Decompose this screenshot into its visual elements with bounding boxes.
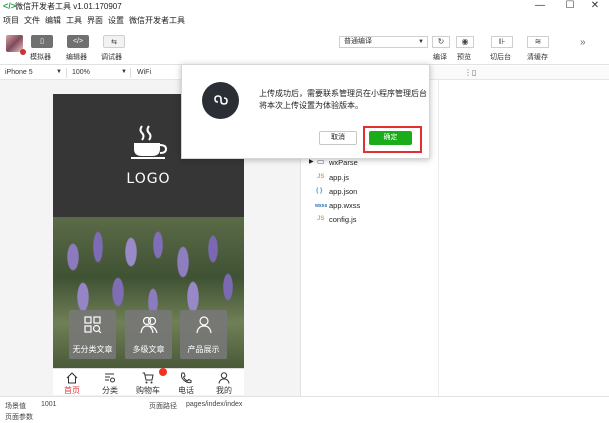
file-item-app-json[interactable]: app.json [329,187,357,196]
layers-icon: ≋ [534,37,542,46]
divider [130,68,131,78]
simulator-label: 模拟器 [30,54,51,61]
menu-item-edit[interactable]: 编辑 [45,15,61,26]
network-select[interactable]: WiFi [137,69,151,76]
close-window-button[interactable]: ✕ [581,0,609,12]
phone-call-icon [181,372,192,384]
avatar-status-dot [20,49,26,55]
js-file-icon: JS [317,174,325,180]
minimize-button[interactable]: — [526,0,554,12]
cart-icon [142,372,154,384]
switch-background-icon: ⊪ [498,37,506,46]
path-label: 页面路径 [149,403,177,410]
person-icon [218,372,230,384]
zoom-chevron-icon: ▼ [121,69,127,75]
folder-expand-icon[interactable]: ▶ [309,158,314,165]
dialog-message: 上传成功后，需要联系管理员在小程序管理后台将本次上传设置为体验版本。 [259,89,427,110]
chevron-down-icon: ▼ [418,39,424,45]
title-bar: </> 微信开发者工具 v1.01.170907 — ☐ ✕ [0,0,609,12]
path-value: pages/index/index [186,401,243,408]
grid-search-icon [84,316,102,334]
maximize-button[interactable]: ☐ [556,0,584,12]
home-icon [66,372,78,384]
scene-label: 场景值 [5,403,26,410]
params-label: 页面参数 [5,414,33,421]
cart-badge [159,368,167,376]
list-search-icon [105,373,115,383]
tab-phone[interactable]: 电话 [167,369,205,395]
expand-toolbar-icon[interactable]: » [580,37,586,48]
menu-item-settings[interactable]: 设置 [108,15,124,26]
background-label: 切后台 [490,54,511,61]
category-label: 产品展示 [187,345,220,354]
preview-label: 预览 [457,54,471,61]
file-item-config-js[interactable]: config.js [329,215,357,224]
simulator-toggle-button[interactable]: ▯ [31,35,53,48]
users-icon [140,316,158,334]
compile-mode-select[interactable]: 普通编译 ▼ [339,36,428,48]
device-select[interactable]: iPhone 5 [5,69,33,76]
miniprogram-logo [202,82,239,119]
category-products[interactable]: 产品展示 [180,310,227,359]
compile-mode-value: 普通编译 [344,38,372,45]
user-icon [196,316,212,334]
divider [66,68,67,78]
toolbar: ▯ 模拟器 </> 编辑器 ⇆ 调试器 编译 预览 切后台 清缓存 » [0,27,609,65]
wxss-file-icon: wxss [315,203,328,209]
confirm-highlight-box [363,126,422,153]
coffee-cup-icon [131,125,168,159]
tab-label: 分类 [102,386,118,395]
tab-home[interactable]: 首页 [53,369,91,395]
file-item-wxparse[interactable]: wxParse [329,158,358,167]
category-label: 无分类文章 [72,345,113,354]
category-label: 多级文章 [132,345,165,354]
editor-toggle-button[interactable]: </> [67,35,89,48]
tab-label: 首页 [64,386,80,395]
status-bar: 场景值 1001 页面路径 pages/index/index 页面参数 [0,396,609,423]
file-item-app-wxss[interactable]: app.wxss [329,201,360,210]
clear-cache-button[interactable]: ≋ [527,36,549,48]
menu-item-tools[interactable]: 工具 [66,15,82,26]
file-item-app-js[interactable]: app.js [329,173,349,182]
compile-label: 编译 [433,54,447,61]
js-file-icon: JS [317,216,325,222]
preview-button[interactable]: ◉ [456,36,474,48]
app-logo-icon: </> [3,1,17,11]
tab-category[interactable]: 分类 [91,369,129,395]
background-button[interactable]: ⊪ [491,36,513,48]
debugger-toggle-button[interactable]: ⇆ [103,35,125,48]
code-editor[interactable] [438,80,609,396]
tab-label: 购物车 [136,386,160,395]
window-title: 微信开发者工具 v1.01.170907 [15,2,122,11]
debugger-label: 调试器 [101,54,122,61]
menu-item-file[interactable]: 文件 [24,15,40,26]
category-uncategorized[interactable]: 无分类文章 [69,310,116,359]
clear-cache-label: 清缓存 [527,54,548,61]
device-chevron-icon: ▼ [56,69,62,75]
compile-button[interactable]: ↻ [432,36,450,48]
zoom-select[interactable]: 100% [72,69,90,76]
tab-bar: 首页 分类 购物车 电话 我的 [53,368,244,395]
menu-item-view[interactable]: 界面 [87,15,103,26]
menu-item-project[interactable]: 项目 [3,15,19,26]
cancel-button[interactable]: 取消 [319,131,357,145]
scene-value: 1001 [41,401,57,408]
upload-success-dialog: 上传成功后，需要联系管理员在小程序管理后台将本次上传设置为体验版本。 取消 确定 [181,64,430,159]
refresh-icon: ↻ [437,37,445,46]
tab-label: 我的 [216,386,232,395]
json-file-icon: { } [316,188,323,194]
logo-text: LOGO [126,171,171,187]
miniprogram-icon [214,95,228,105]
eye-icon: ◉ [461,37,469,46]
split-icon[interactable]: ⋮▯ [464,68,476,77]
tab-label: 电话 [178,386,194,395]
menu-bar: 项目 文件 编辑 工具 界面 设置 微信开发者工具 [0,13,609,26]
tab-profile[interactable]: 我的 [205,369,243,395]
category-multilevel[interactable]: 多级文章 [125,310,172,359]
editor-label: 编辑器 [66,54,87,61]
menu-item-devtools[interactable]: 微信开发者工具 [129,15,185,26]
